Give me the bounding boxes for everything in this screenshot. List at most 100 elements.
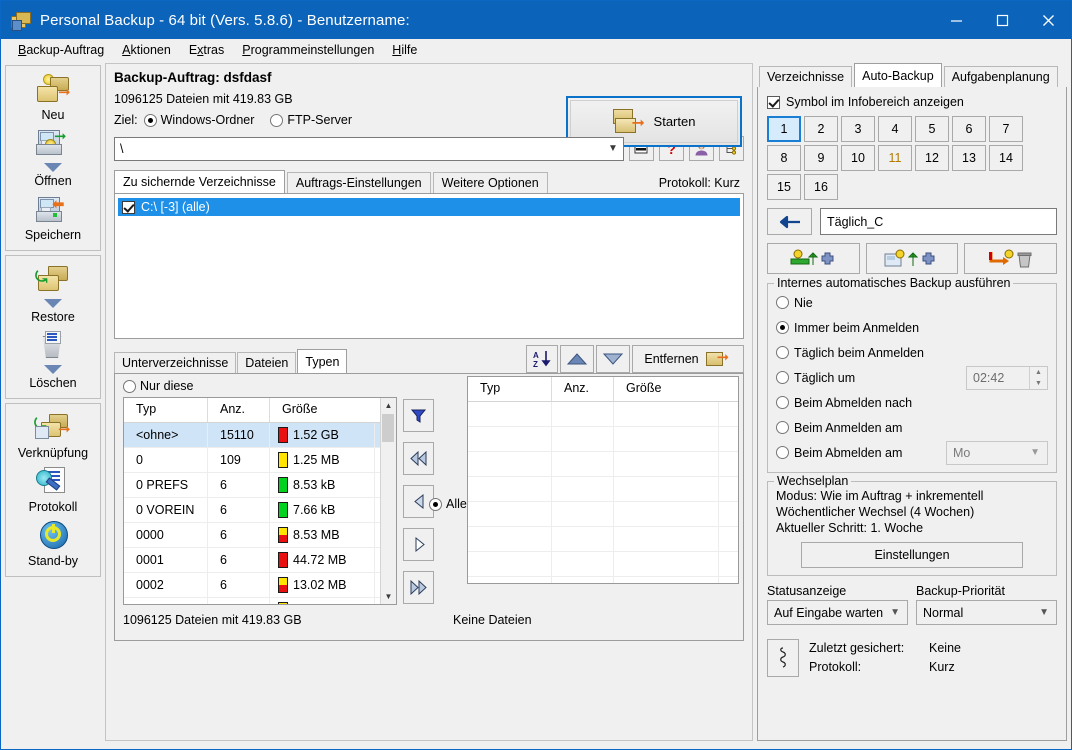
sidebar-item-verknupfung[interactable]: ⤿ ➞ Verknüpfung xyxy=(6,408,100,462)
slot-button-11[interactable]: 11 xyxy=(878,145,912,171)
menu-hilfe[interactable]: Hilfe xyxy=(383,41,426,59)
slot-button-8[interactable]: 8 xyxy=(767,145,801,171)
types-table-right[interactable]: Typ Anz. Größe xyxy=(467,376,739,584)
radio-windows-ordner[interactable] xyxy=(143,113,157,127)
slot-button-9[interactable]: 9 xyxy=(804,145,838,171)
table-row[interactable]: 0001 6 44.72 MB xyxy=(124,548,396,573)
tab-auto-backup[interactable]: Auto-Backup xyxy=(854,63,942,87)
dropdown-caret-icon[interactable] xyxy=(44,365,62,374)
radio-immer-beim-anmelden[interactable] xyxy=(776,321,789,334)
sidebar-item-speichern[interactable]: ⬅ Speichern xyxy=(6,190,100,244)
target-option-windows[interactable]: Windows-Ordner xyxy=(143,113,254,127)
slot-button-1[interactable]: 1 xyxy=(767,116,801,142)
table-row[interactable]: 0 109 1.25 MB xyxy=(124,448,396,473)
chevron-down-icon[interactable]: ▼ xyxy=(603,143,623,154)
table-row[interactable]: <ohne> 15110 1.52 GB xyxy=(124,423,396,448)
back-button[interactable] xyxy=(767,208,812,235)
list-item[interactable]: C:\ [-3] (alle) xyxy=(118,198,740,216)
table-row[interactable]: 0000 6 8.53 MB xyxy=(124,523,396,548)
vertical-scrollbar[interactable]: ▲ ▼ xyxy=(380,398,396,604)
sidebar-item-neu[interactable]: ➞ Neu xyxy=(6,70,100,124)
scroll-down-icon[interactable]: ▼ xyxy=(381,589,396,604)
radio-nie[interactable] xyxy=(776,296,789,309)
maximize-button[interactable] xyxy=(979,1,1025,39)
slot-button-5[interactable]: 5 xyxy=(915,116,949,142)
minimize-button[interactable] xyxy=(933,1,979,39)
table-row[interactable]: 0 PREFS 6 8.53 kB xyxy=(124,473,396,498)
menu-aktionen[interactable]: Aktionen xyxy=(113,41,180,59)
day-select[interactable]: Mo ▼ xyxy=(946,440,1048,465)
radio-beim-abmelden-nach[interactable] xyxy=(776,396,789,409)
dropdown-caret-icon[interactable] xyxy=(44,299,62,308)
radio-ftp-server[interactable] xyxy=(270,113,284,127)
table-row[interactable]: 0002 6 13.02 MB xyxy=(124,573,396,598)
spinner-arrows[interactable]: ▲ ▼ xyxy=(1029,366,1047,389)
tray-icon-checkbox[interactable] xyxy=(767,95,780,109)
move-down-button[interactable] xyxy=(596,345,630,373)
radio-alle-ausser[interactable] xyxy=(429,497,442,511)
time-spinner[interactable]: 02:42 ▲ ▼ xyxy=(966,365,1048,390)
path-combobox[interactable]: \ ▼ xyxy=(114,136,624,161)
table-row[interactable]: 00036 1.93 MB xyxy=(124,598,396,604)
slot-button-7[interactable]: 7 xyxy=(989,116,1023,142)
spinner-down-icon[interactable]: ▼ xyxy=(1030,378,1047,389)
option-beim-anmelden-am[interactable]: Beim Anmelden am xyxy=(776,415,1048,440)
add-task-disk-button[interactable] xyxy=(865,243,959,274)
scroll-thumb[interactable] xyxy=(382,414,394,442)
sidebar-item-offnen[interactable]: ➞ Öffnen xyxy=(6,124,100,190)
sidebar-item-protokoll[interactable]: Protokoll xyxy=(6,462,100,516)
radio-taeglich-beim-anmelden[interactable] xyxy=(776,346,789,359)
option-immer-beim-anmelden[interactable]: Immer beim Anmelden xyxy=(776,315,1048,340)
slot-button-10[interactable]: 10 xyxy=(841,145,875,171)
script-button[interactable] xyxy=(767,639,799,677)
task-name-input[interactable]: Täglich_C xyxy=(820,208,1057,235)
slot-button-6[interactable]: 6 xyxy=(952,116,986,142)
option-beim-abmelden-nach[interactable]: Beim Abmelden nach xyxy=(776,390,1048,415)
types-table-left[interactable]: Typ Anz. Größe <ohne> 15110 1.52 GB 0 109 1.2… xyxy=(123,397,397,605)
tab-verzeichnisse[interactable]: Verzeichnisse xyxy=(759,66,853,87)
spinner-up-icon[interactable]: ▲ xyxy=(1030,367,1047,378)
sidebar-item-restore[interactable]: ⤿ Restore xyxy=(6,260,100,326)
option-nie[interactable]: Nie xyxy=(776,290,1048,315)
tab-zu-sichernde-verzeichnisse[interactable]: Zu sichernde Verzeichnisse xyxy=(114,170,285,193)
remove-button[interactable]: Entfernen ➞ xyxy=(632,345,744,373)
tab-aufgabenplanung[interactable]: Aufgabenplanung xyxy=(943,66,1058,87)
close-button[interactable] xyxy=(1025,1,1071,39)
tab-auftrags-einstellungen[interactable]: Auftrags-Einstellungen xyxy=(286,172,431,193)
option-taeglich-um[interactable]: Täglich um 02:42 ▲ ▼ xyxy=(776,365,1048,390)
slot-button-12[interactable]: 12 xyxy=(915,145,949,171)
move-up-button[interactable] xyxy=(560,345,594,373)
column-header-groesse[interactable]: Größe xyxy=(614,377,719,401)
radio-beim-anmelden-am[interactable] xyxy=(776,421,789,434)
sidebar-item-loschen[interactable]: Löschen xyxy=(6,326,100,392)
sidebar-item-standby[interactable]: Stand-by xyxy=(6,516,100,570)
table-row[interactable]: 0 VOREIN 6 7.66 kB xyxy=(124,498,396,523)
scroll-up-icon[interactable]: ▲ xyxy=(381,398,396,413)
directory-checkbox[interactable] xyxy=(122,200,135,214)
slot-button-14[interactable]: 14 xyxy=(989,145,1023,171)
column-header-typ[interactable]: Typ xyxy=(124,398,208,422)
slot-button-4[interactable]: 4 xyxy=(878,116,912,142)
option-beim-abmelden-am[interactable]: Beim Abmelden am Mo ▼ xyxy=(776,440,1048,465)
tab-dateien[interactable]: Dateien xyxy=(237,352,297,373)
priority-select[interactable]: Normal ▼ xyxy=(916,600,1057,625)
chevron-down-icon[interactable]: ▼ xyxy=(1030,447,1040,458)
slot-button-2[interactable]: 2 xyxy=(804,116,838,142)
dropdown-caret-icon[interactable] xyxy=(44,163,62,172)
slot-button-15[interactable]: 15 xyxy=(767,174,801,200)
slot-button-13[interactable]: 13 xyxy=(952,145,986,171)
chevron-down-icon[interactable]: ▼ xyxy=(890,607,900,618)
column-header-anz[interactable]: Anz. xyxy=(208,398,270,422)
menu-programmeinstellungen[interactable]: Programmeinstellungen xyxy=(233,41,383,59)
directory-list[interactable]: C:\ [-3] (alle) xyxy=(114,193,744,339)
column-header-typ[interactable]: Typ xyxy=(468,377,552,401)
option-taeglich-beim-anmelden[interactable]: Täglich beim Anmelden xyxy=(776,340,1048,365)
slot-button-3[interactable]: 3 xyxy=(841,116,875,142)
tray-icon-row[interactable]: Symbol im Infobereich anzeigen xyxy=(767,95,1057,109)
einstellungen-button[interactable]: Einstellungen xyxy=(801,542,1023,568)
add-task-button[interactable] xyxy=(767,243,860,274)
menu-extras[interactable]: Extras xyxy=(180,41,233,59)
tab-typen[interactable]: Typen xyxy=(297,349,348,373)
column-header-groesse[interactable]: Größe xyxy=(270,398,375,422)
radio-nur-diese[interactable] xyxy=(123,379,136,393)
